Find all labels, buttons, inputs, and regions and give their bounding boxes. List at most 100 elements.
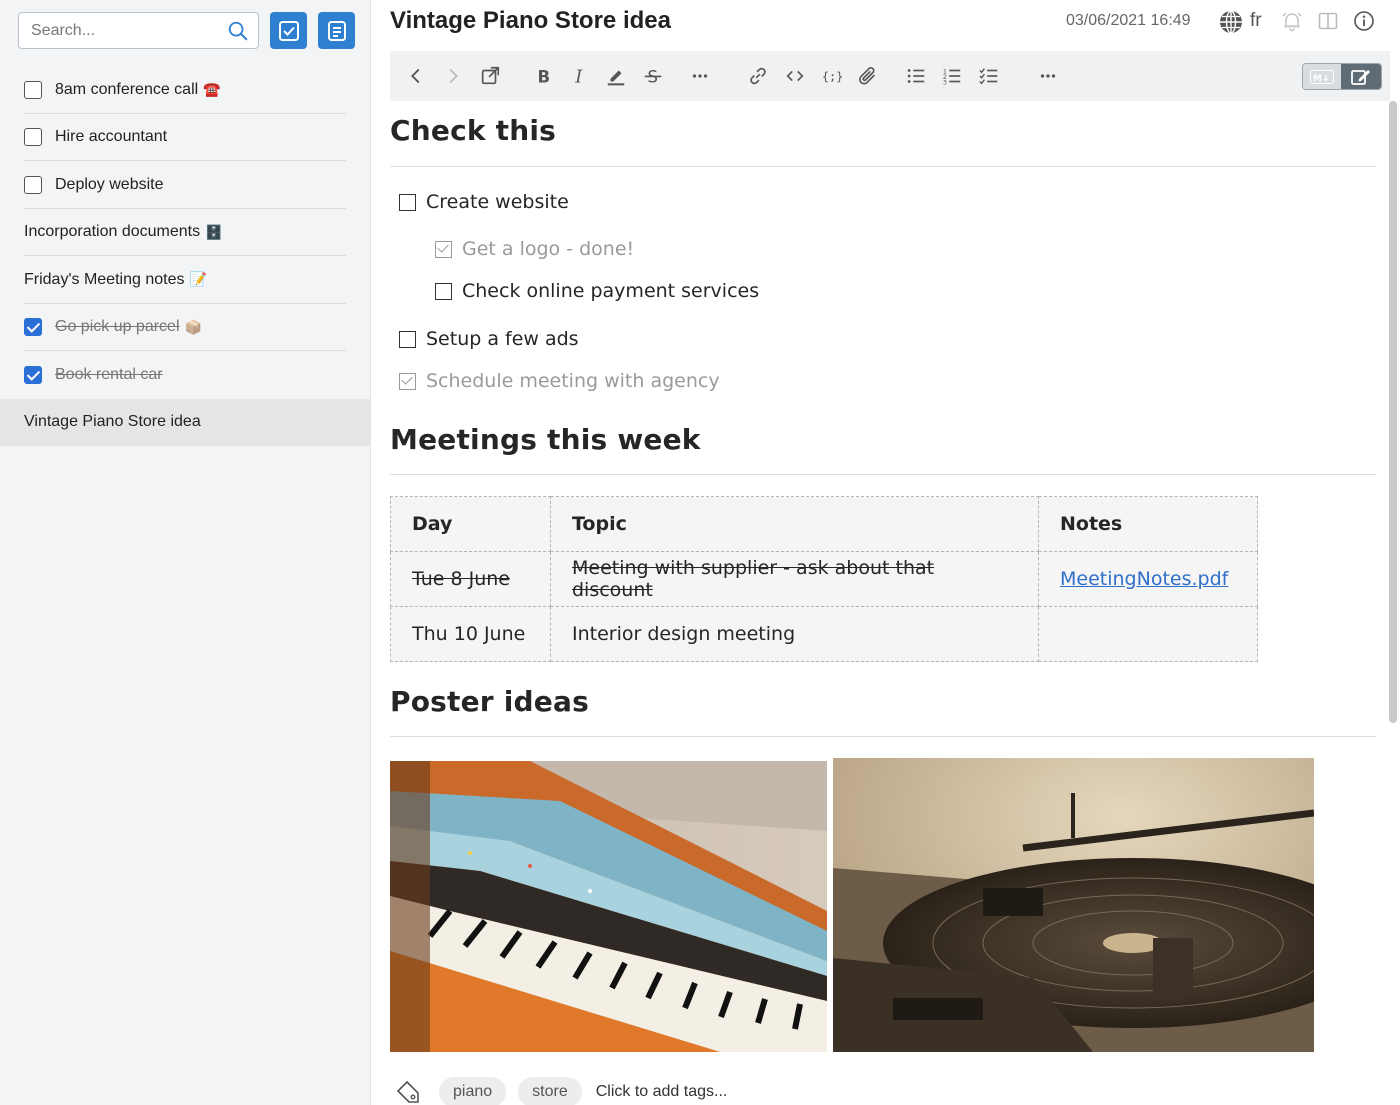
new-note-button[interactable] [318, 12, 355, 49]
external-edit-icon [481, 66, 500, 85]
task-item[interactable]: Get a logo - done! [435, 238, 634, 260]
note-title: 8am conference call [55, 80, 199, 98]
editor-toolbar: B I S {;} 123 M↓ [390, 51, 1390, 101]
more-options-button[interactable] [1036, 64, 1060, 88]
new-todo-button[interactable] [270, 12, 307, 49]
task-text: Setup a few ads [426, 328, 579, 350]
note-title: Hire accountant [55, 128, 168, 146]
bold-button[interactable]: B [531, 64, 555, 88]
strikethrough-icon: S [644, 67, 662, 86]
heading-meetings: Meetings this week [390, 423, 701, 456]
memo-icon: 📝 [189, 271, 207, 288]
task-checkbox[interactable] [399, 372, 416, 390]
note-title: Vintage Piano Store idea [24, 413, 201, 431]
italic-button[interactable]: I [567, 64, 591, 88]
code-block-button[interactable]: {;} [819, 64, 843, 88]
svg-text:M↓: M↓ [1313, 74, 1330, 84]
link-button[interactable] [746, 64, 770, 88]
todo-checkbox[interactable] [24, 175, 42, 194]
strikethrough-button[interactable]: S [641, 64, 665, 88]
bold-icon: B [538, 67, 551, 86]
back-button[interactable] [404, 64, 428, 88]
numbered-list-button[interactable]: 123 [940, 64, 964, 88]
divider [390, 474, 1376, 475]
table-cell: MeetingNotes.pdf [1038, 551, 1258, 607]
turntable-image[interactable] [833, 758, 1314, 1052]
piano-image[interactable] [390, 761, 827, 1052]
info-icon[interactable] [1353, 10, 1375, 32]
more-icon [692, 74, 708, 78]
note-title: Book rental car [55, 365, 163, 383]
italic-icon: I [574, 67, 583, 87]
task-item[interactable]: Check online payment services [435, 280, 759, 302]
more-format-button[interactable] [688, 64, 712, 88]
svg-text:3: 3 [943, 78, 947, 86]
heading-poster-ideas: Poster ideas [390, 685, 589, 718]
markdown-mode-button[interactable]: M↓ [1303, 64, 1341, 89]
note-list-item[interactable]: Deploy website [0, 161, 370, 209]
note-list-item[interactable]: Friday's Meeting notes 📝 [0, 256, 370, 304]
table-cell: Meeting with supplier - ask about that d… [550, 551, 1039, 607]
divider [390, 166, 1376, 167]
divider [390, 736, 1376, 737]
note-list-item[interactable]: Book rental car [0, 351, 370, 399]
globe-icon[interactable] [1218, 9, 1244, 35]
task-checkbox[interactable] [399, 330, 416, 348]
inline-code-button[interactable] [783, 64, 807, 88]
sidebar: 8am conference call☎️ Hire accountant De… [0, 0, 371, 1105]
meetings-table: Day Topic Notes Tue 8 June Meeting with … [390, 496, 1258, 662]
forward-button[interactable] [441, 64, 465, 88]
external-edit-button[interactable] [478, 64, 502, 88]
task-checkbox[interactable] [435, 240, 452, 258]
column-header: Notes [1038, 496, 1258, 552]
bullet-list-icon [907, 69, 925, 83]
attach-button[interactable] [856, 64, 880, 88]
task-text: Check online payment services [462, 280, 760, 302]
tag-chip[interactable]: piano [439, 1077, 507, 1105]
edit-icon [1351, 69, 1370, 85]
task-item[interactable]: Setup a few ads [399, 328, 579, 350]
note-list-item[interactable]: Hire accountant [0, 114, 370, 162]
note-list-item[interactable]: Incorporation documents 🗄️ [0, 209, 370, 257]
attachment-link[interactable]: MeetingNotes.pdf [1060, 568, 1228, 590]
add-tags-input[interactable]: Click to add tags... [596, 1083, 728, 1101]
task-item[interactable]: Schedule meeting with agency [399, 370, 720, 392]
search-box[interactable] [18, 12, 259, 49]
task-text: Create website [426, 191, 569, 213]
editor-mode-toggle[interactable]: M↓ [1302, 63, 1382, 90]
todo-checkbox[interactable] [24, 128, 42, 147]
highlight-button[interactable] [604, 64, 628, 88]
note-list: 8am conference call ☎️ Hire accountant De… [0, 66, 370, 446]
code-block-icon: {;} [822, 70, 842, 84]
column-header: Topic [550, 496, 1039, 552]
search-input[interactable] [31, 19, 226, 43]
note-title-field[interactable]: Vintage Piano Store idea [390, 7, 671, 35]
editor-scrollbar[interactable] [1389, 101, 1397, 723]
todo-checkbox[interactable] [24, 80, 42, 99]
task-item[interactable]: Create website [399, 191, 569, 213]
bullet-list-button[interactable] [904, 64, 928, 88]
search-icon[interactable] [227, 20, 249, 42]
table-header-row: Day Topic Notes [390, 496, 1258, 552]
note-list-item[interactable]: 8am conference call ☎️ [0, 66, 370, 114]
note-list-item-selected[interactable]: Vintage Piano Store idea [0, 398, 370, 446]
table-row: Tue 8 June Meeting with supplier - ask a… [390, 551, 1258, 607]
alarm-icon[interactable] [1281, 10, 1303, 32]
note-list-item[interactable]: Go pick up parcel 📦 [0, 304, 370, 352]
checklist-button[interactable] [977, 64, 1001, 88]
language-code[interactable]: fr [1250, 10, 1262, 32]
todo-checkbox[interactable] [24, 318, 42, 337]
task-checkbox[interactable] [435, 282, 452, 300]
note-icon [327, 20, 346, 41]
split-view-icon[interactable] [1318, 11, 1338, 31]
table-row: Thu 10 June Interior design meeting [390, 606, 1258, 662]
rich-text-mode-button[interactable] [1341, 64, 1381, 89]
heading-check-this: Check this [390, 114, 557, 147]
tag-icon [396, 1080, 419, 1103]
note-editor[interactable]: Check this Create website Get a logo - d… [390, 101, 1376, 1105]
todo-checkbox[interactable] [24, 365, 42, 384]
tag-chip[interactable]: store [518, 1077, 582, 1105]
note-datetime: 03/06/2021 16:49 [1066, 12, 1191, 29]
table-cell: Thu 10 June [390, 606, 551, 662]
task-checkbox[interactable] [399, 193, 416, 211]
